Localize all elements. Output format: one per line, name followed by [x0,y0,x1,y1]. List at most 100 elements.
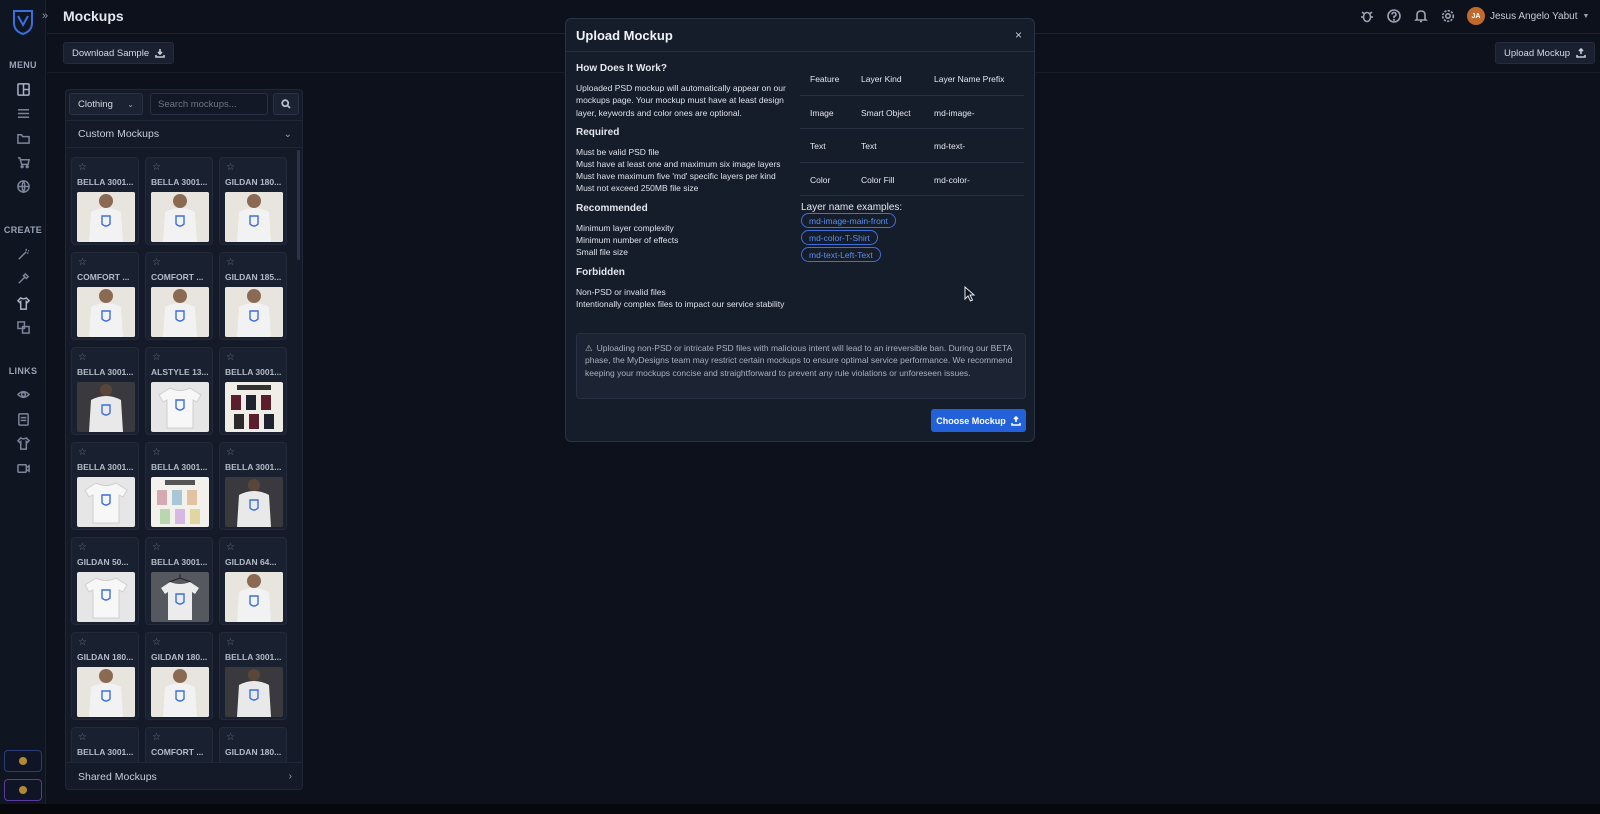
mockup-card[interactable]: ☆ GILDAN 64... [219,537,287,625]
star-icon[interactable]: ☆ [152,447,161,458]
dashboard-icon[interactable] [15,81,31,97]
mockup-thumbnail [77,192,135,242]
list-icon[interactable] [15,105,31,121]
mockup-card[interactable]: ☆ ALSTYLE 13... [145,347,213,435]
star-icon[interactable]: ☆ [78,447,87,458]
mockup-card-title: BELLA 3001... [151,177,208,187]
help-icon[interactable] [1387,9,1403,25]
mockup-grid: ☆ BELLA 3001... ☆ BELLA 3001... ☆ GILDAN 180.… [71,157,293,762]
mockup-card[interactable]: ☆ COMFORT ... [145,252,213,340]
star-icon[interactable]: ☆ [152,352,161,363]
mockup-card-title: BELLA 3001... [77,177,134,187]
download-icon [155,49,165,58]
folder-icon[interactable] [15,130,31,146]
mockup-card-title: GILDAN 180... [151,652,208,662]
user-name: Jesus Angelo Yabut [1490,10,1578,22]
mockup-card[interactable]: ☆ BELLA 3001... [219,347,287,435]
gear-icon[interactable] [1441,9,1457,25]
mockup-card[interactable]: ☆ BELLA 3001... [71,442,139,530]
choose-mockup-button[interactable]: Choose Mockup [931,409,1026,432]
star-icon[interactable]: ☆ [78,732,87,743]
mockup-card[interactable]: ☆ BELLA 3001... [71,157,139,245]
star-icon[interactable]: ☆ [152,732,161,743]
shirt-link-icon[interactable] [15,435,31,451]
star-icon[interactable]: ☆ [78,162,87,173]
star-icon[interactable]: ☆ [226,352,235,363]
table-row: Image Smart Object md-image- [800,96,1024,129]
category-select[interactable]: Clothing ⌄ [69,93,143,115]
star-icon[interactable]: ☆ [78,637,87,648]
community-icon[interactable] [15,386,31,402]
avatar: JA [1467,7,1485,25]
search-field[interactable] [150,93,268,115]
star-icon[interactable]: ☆ [152,637,161,648]
star-icon[interactable]: ☆ [226,637,235,648]
mockup-thumbnail [151,477,209,527]
table-cell: Color [810,174,831,185]
warning-icon: ⚠ [585,343,593,353]
star-icon[interactable]: ☆ [226,257,235,268]
choose-mockup-label: Choose Mockup [936,415,1006,426]
mockup-card[interactable]: ☆ GILDAN 185... [219,252,287,340]
document-icon[interactable] [15,411,31,427]
recommended-item: Minimum number of effects [576,235,679,245]
star-icon[interactable]: ☆ [152,542,161,553]
required-item: Must have maximum five 'md' specific lay… [576,171,776,181]
custom-mockups-toggle[interactable]: Custom Mockups ⌄ [66,120,302,148]
how-it-works-heading: How Does It Work? [576,63,667,74]
star-icon[interactable]: ☆ [226,447,235,458]
upload-icon [1576,48,1586,58]
star-icon[interactable]: ☆ [226,732,235,743]
logo-icon[interactable] [11,8,35,36]
caret-down-icon: ▼ [1582,12,1590,20]
star-icon[interactable]: ☆ [78,542,87,553]
dialog-header: Upload Mockup × [566,19,1034,52]
mockup-card[interactable]: ☆ COMFORT ... [145,727,213,762]
mockup-card[interactable]: ☆ GILDAN 180... [145,632,213,720]
brush-icon[interactable] [15,270,31,286]
mockup-card[interactable]: ☆ COMFORT ... [71,252,139,340]
cart-icon[interactable] [15,154,31,170]
magic-wand-icon[interactable] [15,246,31,262]
mockup-card[interactable]: ☆ GILDAN 180... [219,727,287,762]
search-button[interactable] [273,93,299,115]
custom-mockups-label: Custom Mockups [78,128,160,140]
links-section-label: LINKS [8,366,38,376]
mockup-card-title: BELLA 3001... [151,557,208,567]
mockup-card[interactable]: ☆ BELLA 3001... [71,727,139,762]
layers-icon[interactable] [15,319,31,335]
star-icon[interactable]: ☆ [78,257,87,268]
video-icon[interactable] [15,460,31,476]
close-icon[interactable]: × [1015,28,1022,42]
mockup-card[interactable]: ☆ BELLA 3001... [219,442,287,530]
mockup-thumbnail [77,382,135,432]
star-icon[interactable]: ☆ [226,542,235,553]
star-icon[interactable]: ☆ [152,162,161,173]
mockup-card[interactable]: ☆ BELLA 3001... [145,537,213,625]
mockup-card[interactable]: ☆ BELLA 3001... [145,157,213,245]
mockup-thumbnail [77,572,135,622]
bell-icon[interactable] [1414,9,1430,25]
mockup-card[interactable]: ☆ GILDAN 50... [71,537,139,625]
status-dot [19,757,27,765]
globe-icon[interactable] [15,178,31,194]
upload-mockup-button[interactable]: Upload Mockup [1495,42,1596,64]
star-icon[interactable]: ☆ [152,257,161,268]
tshirt-icon[interactable] [15,295,31,311]
mockup-card[interactable]: ☆ GILDAN 180... [219,157,287,245]
scrollbar[interactable] [297,150,300,260]
status-button-blue[interactable] [4,750,42,772]
mockup-card[interactable]: ☆ BELLA 3001... [71,347,139,435]
user-menu[interactable]: JA Jesus Angelo Yabut ▼ [1467,7,1589,25]
mockup-card[interactable]: ☆ GILDAN 180... [71,632,139,720]
bug-icon[interactable] [1360,9,1376,25]
mockup-card[interactable]: ☆ BELLA 3001... [145,442,213,530]
mockup-card-title: BELLA 3001... [77,462,134,472]
shared-mockups-toggle[interactable]: Shared Mockups › [66,762,302,789]
mockup-card[interactable]: ☆ BELLA 3001... [219,632,287,720]
status-button-purple[interactable] [4,779,42,801]
search-input[interactable] [158,98,260,110]
star-icon[interactable]: ☆ [226,162,235,173]
star-icon[interactable]: ☆ [78,352,87,363]
download-sample-button[interactable]: Download Sample [63,42,175,64]
